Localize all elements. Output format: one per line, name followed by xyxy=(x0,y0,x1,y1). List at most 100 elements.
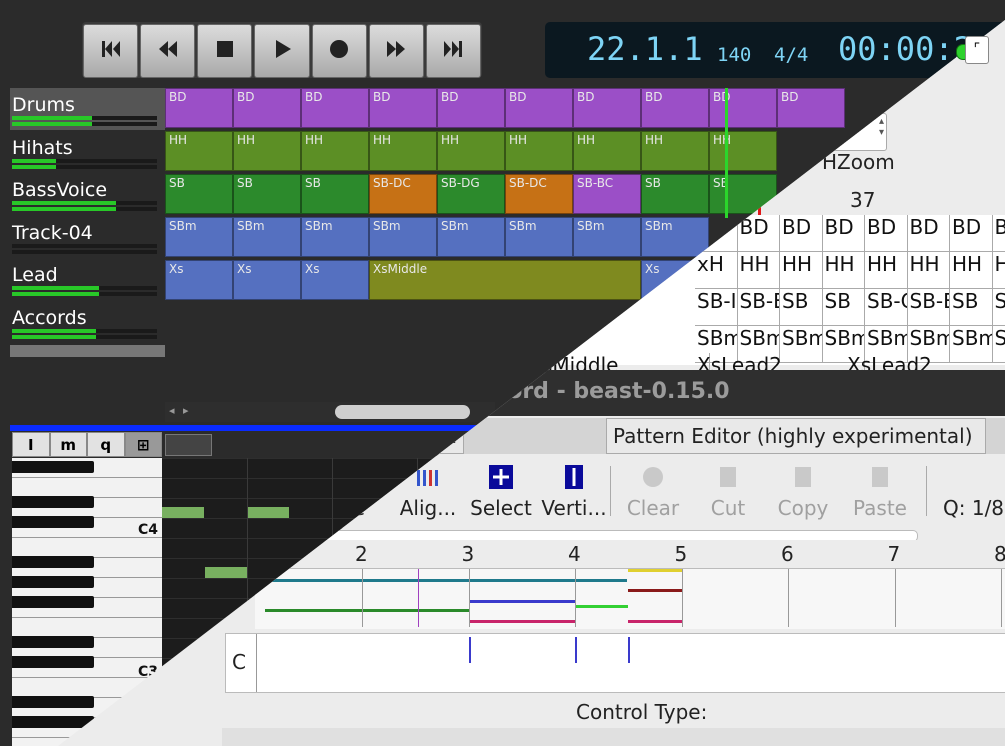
black-key[interactable] xyxy=(12,576,94,588)
arranger-part[interactable]: SB xyxy=(165,174,233,214)
black-key[interactable] xyxy=(12,696,94,708)
spin-arrows-icon[interactable]: ▴ ▾ xyxy=(879,116,884,138)
arranger-part[interactable]: SB xyxy=(301,174,369,214)
pattern-cell[interactable]: SB-E xyxy=(737,289,780,326)
pattern-cell[interactable]: BD xyxy=(992,215,1005,252)
arranger-part[interactable]: SB-BC xyxy=(573,174,641,214)
scrollbar-thumb[interactable] xyxy=(335,405,470,419)
control-event[interactable] xyxy=(628,637,630,663)
arranger-part[interactable]: SBm xyxy=(233,217,301,257)
pattern-cell[interactable]: HH xyxy=(865,252,908,289)
pattern-cell[interactable]: BD xyxy=(865,215,908,252)
white-key[interactable] xyxy=(12,478,162,498)
pattern-cell[interactable]: HH xyxy=(737,252,780,289)
stop-button[interactable] xyxy=(197,24,253,78)
grid-icon[interactable] xyxy=(165,434,212,456)
black-key[interactable] xyxy=(12,716,94,728)
arranger-part[interactable]: SB-DC xyxy=(369,174,437,214)
note-bar[interactable] xyxy=(576,605,628,608)
arranger-part[interactable]: HH xyxy=(709,131,777,171)
pattern-cell[interactable]: HH xyxy=(992,252,1005,289)
pattern-cell[interactable]: SB xyxy=(780,289,823,326)
white-key[interactable] xyxy=(12,618,162,638)
note-bar[interactable] xyxy=(470,600,575,603)
arranger-part[interactable]: HH xyxy=(369,131,437,171)
arranger-part[interactable]: XsMiddle xyxy=(369,260,641,300)
arranger-part[interactable]: BD xyxy=(573,88,641,128)
arranger-part[interactable]: SBm xyxy=(437,217,505,257)
black-key[interactable] xyxy=(12,596,94,608)
arranger-part[interactable]: SBm xyxy=(165,217,233,257)
pattern-cell[interactable]: SB xyxy=(992,289,1005,326)
control-pane[interactable] xyxy=(225,633,1005,693)
arranger-part[interactable]: BD xyxy=(301,88,369,128)
tool-select-button[interactable]: Select xyxy=(461,462,541,520)
tool-clear-button[interactable]: Clear xyxy=(613,462,693,520)
bottom-scrollbar[interactable] xyxy=(222,728,1005,746)
tool-verti-button[interactable]: Verti... xyxy=(534,462,614,520)
note-bar[interactable] xyxy=(628,569,682,572)
skip-to-end-button[interactable] xyxy=(425,24,481,78)
arranger-part[interactable]: SBm xyxy=(573,217,641,257)
pattern-cell[interactable]: BD xyxy=(780,215,823,252)
track-row[interactable]: Lead xyxy=(10,258,165,300)
timeline-ruler[interactable]: 2 3 4 5 6 7 8 xyxy=(255,540,1005,568)
piano-tab-2[interactable]: q xyxy=(87,432,125,457)
piano-tab-0[interactable]: I xyxy=(12,432,50,457)
note-bar[interactable] xyxy=(628,589,682,592)
note-bar[interactable] xyxy=(628,620,682,623)
tool-paste-button[interactable]: Paste xyxy=(840,462,920,520)
pattern-cell[interactable]: BD xyxy=(737,215,780,252)
tool-copy-button[interactable]: Copy xyxy=(763,462,843,520)
follow-checkbox[interactable]: ⌜ xyxy=(965,36,989,64)
arranger-part[interactable]: SBm xyxy=(641,217,709,257)
arranger-part[interactable]: BD xyxy=(709,88,777,128)
arranger-part[interactable]: Xs xyxy=(301,260,369,300)
play-button[interactable] xyxy=(254,24,310,78)
note-grid[interactable] xyxy=(255,568,1005,629)
arranger-part[interactable]: BD xyxy=(233,88,301,128)
black-key[interactable] xyxy=(12,636,94,648)
track-row[interactable]: BassVoice xyxy=(10,173,165,215)
pattern-cell[interactable]: HH xyxy=(950,252,993,289)
arranger-part[interactable]: HH xyxy=(573,131,641,171)
white-key[interactable] xyxy=(12,538,162,558)
arranger-part[interactable]: BD xyxy=(369,88,437,128)
arranger-part[interactable]: SBm xyxy=(301,217,369,257)
pattern-cell[interactable]: SB-E xyxy=(907,289,950,326)
arranger-part[interactable]: SB-DG xyxy=(437,174,505,214)
black-key[interactable] xyxy=(12,516,94,528)
black-key[interactable] xyxy=(12,556,94,568)
pattern-cell[interactable]: BD xyxy=(822,215,865,252)
piano-tab-3[interactable]: ⊞ xyxy=(124,432,162,457)
pattern-cell[interactable]: SB-C xyxy=(865,289,908,326)
track-row[interactable]: Track-04 xyxy=(10,216,165,258)
pattern-cell[interactable]: BD xyxy=(907,215,950,252)
note-bar[interactable] xyxy=(265,579,627,582)
arranger-part[interactable]: HH xyxy=(233,131,301,171)
arranger-part[interactable]: SB xyxy=(233,174,301,214)
pattern-cell[interactable]: HH xyxy=(822,252,865,289)
pattern-cell[interactable]: BD xyxy=(950,215,993,252)
record-button[interactable] xyxy=(311,24,367,78)
track-row[interactable]: Accords xyxy=(10,301,165,343)
black-key[interactable] xyxy=(12,496,94,508)
arranger-part[interactable]: HH xyxy=(641,131,709,171)
pattern-cell[interactable]: HH xyxy=(780,252,823,289)
arranger-part[interactable]: BD xyxy=(505,88,573,128)
track-row[interactable]: Drums xyxy=(10,88,165,130)
skip-to-start-button[interactable] xyxy=(83,24,139,78)
pattern-cell[interactable]: SB xyxy=(950,289,993,326)
arranger-part[interactable]: SB-DC xyxy=(505,174,573,214)
note-bar[interactable] xyxy=(265,609,470,612)
black-key[interactable] xyxy=(12,656,94,668)
arranger-part[interactable]: Xs xyxy=(233,260,301,300)
arranger-part[interactable]: BD xyxy=(641,88,709,128)
pattern-cell[interactable]: SB xyxy=(822,289,865,326)
tool-cut-button[interactable]: Cut xyxy=(688,462,768,520)
piano-tab-1[interactable]: m xyxy=(49,432,87,457)
arranger-part[interactable]: BD xyxy=(437,88,505,128)
arranger-part[interactable]: HH xyxy=(505,131,573,171)
fast-forward-button[interactable] xyxy=(368,24,424,78)
black-key[interactable] xyxy=(12,461,94,473)
